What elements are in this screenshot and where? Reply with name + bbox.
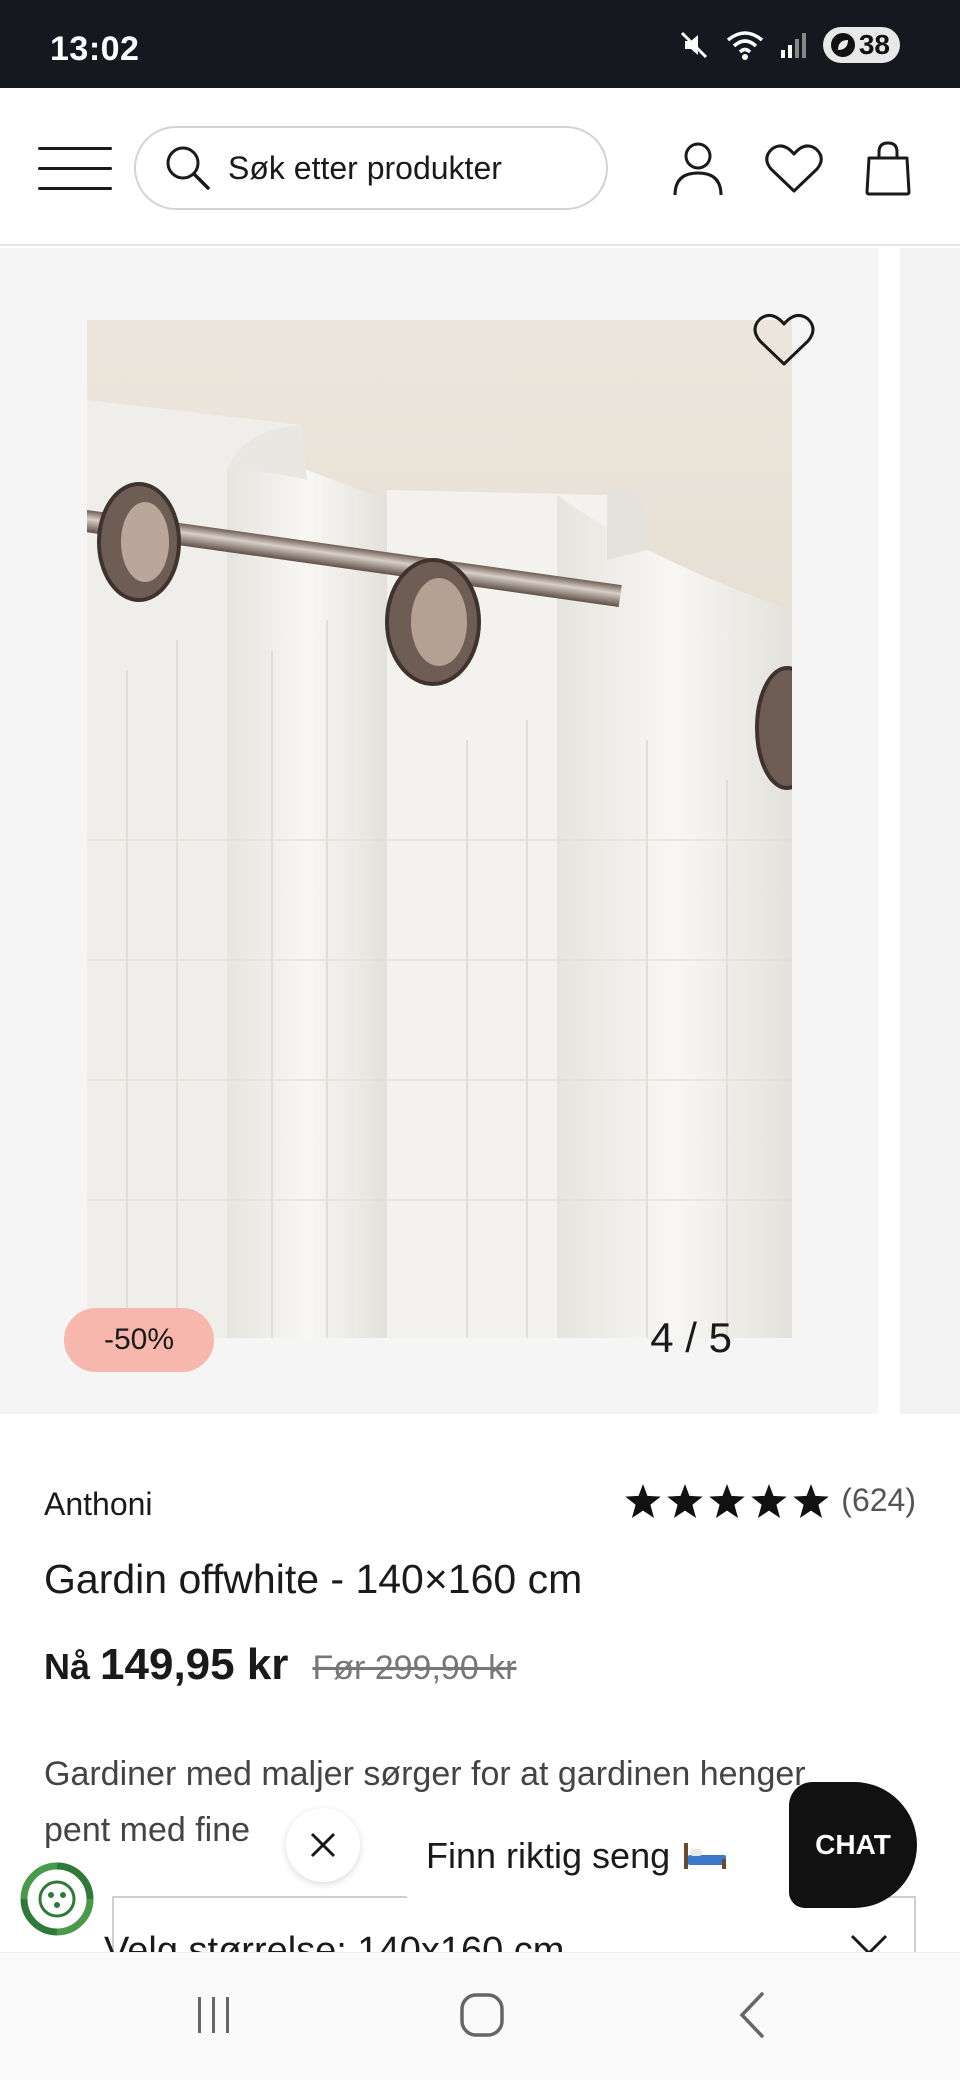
gallery-gap [878,248,900,1414]
recent-apps-icon[interactable] [182,1983,246,2047]
battery-level: 38 [858,29,890,60]
site-header: Søk etter produkter [0,88,960,246]
close-icon [310,1832,336,1858]
account-icon[interactable] [668,138,728,198]
star-icon [709,1483,746,1518]
price-row: Nå 149,95 kr Før 299,90 kr [44,1640,517,1690]
battery-icon: 38 [822,27,900,63]
promo-text: Finn riktig seng [426,1835,671,1876]
product-rating[interactable]: (624) [625,1482,916,1519]
star-icon [793,1483,830,1518]
star-icon [625,1483,662,1518]
product-gallery[interactable]: -50% 4 / 5 [0,248,960,1414]
back-icon[interactable] [720,1983,784,2047]
signal-icon [780,33,806,58]
search-icon [166,146,210,190]
product-title: Gardin offwhite - 140×160 cm [44,1556,583,1602]
status-time: 13:02 [50,30,140,68]
search-input[interactable]: Søk etter produkter [134,126,608,210]
star-icon [751,1483,788,1518]
chat-button[interactable]: CHAT [789,1782,917,1908]
product-image [87,320,792,1338]
promo-find-bed[interactable]: Finn riktig seng [384,1808,804,1904]
menu-icon[interactable] [38,143,112,193]
image-counter: 4 / 5 [650,1314,732,1361]
gallery-wishlist-icon[interactable] [752,310,816,370]
star-icon [667,1483,704,1518]
status-bar: 13:02 38 [0,0,960,88]
wishlist-icon[interactable] [764,138,824,198]
system-nav-bar [0,1952,960,2080]
battery-saver-icon [830,33,855,57]
price-now: 149,95 kr [100,1640,289,1689]
cart-icon[interactable] [858,138,918,198]
gallery-slide[interactable]: -50% 4 / 5 [0,248,878,1414]
mute-icon [680,31,707,59]
promo-close-button[interactable] [286,1808,360,1882]
bed-icon [682,1841,728,1871]
discount-badge: -50% [64,1308,214,1372]
price-now-label: Nå [44,1646,91,1687]
next-slide-peek[interactable] [900,248,960,1414]
home-icon[interactable] [450,1983,514,2047]
rating-stars [625,1483,830,1518]
price-before: Før 299,90 kr [312,1649,517,1687]
product-page: 13:02 38 Søk etter produkter -50% 4 / 5 … [0,0,960,2080]
product-brand[interactable]: Anthoni [44,1486,153,1523]
status-icons: 38 [677,24,900,66]
rating-count: (624) [841,1482,916,1518]
search-placeholder: Søk etter produkter [228,149,502,186]
sustainability-icon[interactable] [18,1860,96,1938]
wifi-icon [726,31,763,60]
